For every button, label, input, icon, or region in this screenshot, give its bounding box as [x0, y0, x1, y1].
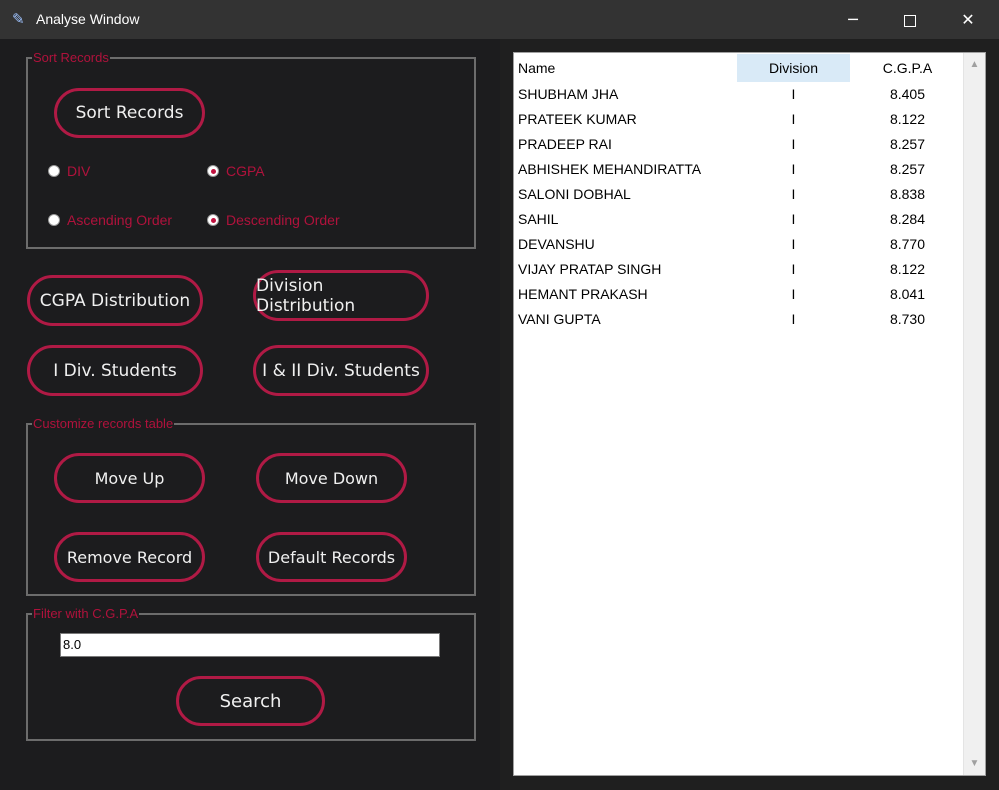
default-records-button[interactable]: Default Records [256, 532, 407, 582]
cell-name: DEVANSHU [518, 236, 595, 252]
radio-cgpa-label: CGPA [226, 163, 265, 179]
cell-cgpa: 8.122 [889, 261, 926, 277]
window-title: Analyse Window [36, 11, 140, 27]
cell-division: I [791, 111, 796, 127]
table-row[interactable]: PRADEEP RAI I 8.257 [514, 132, 964, 157]
first-second-div-students-button[interactable]: I & II Div. Students [253, 345, 429, 396]
scroll-down-icon[interactable]: ▼ [964, 755, 985, 772]
cell-division: I [791, 261, 796, 277]
cell-cgpa: 8.770 [889, 236, 926, 252]
radio-div-label: DIV [67, 163, 91, 179]
table-row[interactable]: SALONI DOBHAL I 8.838 [514, 182, 964, 207]
table-row[interactable]: DEVANSHU I 8.770 [514, 232, 964, 257]
cell-cgpa: 8.284 [889, 211, 926, 227]
column-header-cgpa[interactable]: C.G.P.A [851, 54, 964, 82]
table-row[interactable]: HEMANT PRAKASH I 8.041 [514, 282, 964, 307]
vertical-scrollbar[interactable]: ▲ ▼ [963, 53, 985, 775]
cell-division: I [791, 236, 796, 252]
minimize-button[interactable]: ─ [824, 0, 882, 39]
cgpa-distribution-button[interactable]: CGPA Distribution [27, 275, 203, 326]
sort-records-button[interactable]: Sort Records [54, 88, 205, 138]
column-header-division[interactable]: Division [737, 54, 850, 82]
move-up-button[interactable]: Move Up [54, 453, 205, 503]
customize-table-legend: Customize records table [33, 416, 174, 431]
cell-division: I [791, 211, 796, 227]
table-row[interactable]: ABHISHEK MEHANDIRATTA I 8.257 [514, 157, 964, 182]
cell-division: I [791, 86, 796, 102]
cell-name: SAHIL [518, 211, 559, 227]
cell-name: ABHISHEK MEHANDIRATTA [518, 161, 702, 177]
table-row[interactable]: VIJAY PRATAP SINGH I 8.122 [514, 257, 964, 282]
radio-ascending-label: Ascending Order [67, 212, 173, 228]
scroll-up-icon[interactable]: ▲ [964, 56, 985, 73]
cell-name: VIJAY PRATAP SINGH [518, 261, 662, 277]
cell-division: I [791, 186, 796, 202]
cgpa-filter-input[interactable]: 8.0 [60, 633, 440, 657]
cell-division: I [791, 286, 796, 302]
cell-name: SHUBHAM JHA [518, 86, 619, 102]
cell-cgpa: 8.257 [889, 161, 926, 177]
cell-cgpa: 8.730 [889, 311, 926, 327]
feather-icon: ✎ [12, 10, 25, 28]
first-div-students-button[interactable]: I Div. Students [27, 345, 203, 396]
title-bar: ✎ Analyse Window ─ ✕ [0, 0, 999, 39]
table-row[interactable]: PRATEEK KUMAR I 8.122 [514, 107, 964, 132]
radio-ascending[interactable]: Ascending Order [48, 212, 172, 228]
division-distribution-button[interactable]: Division Distribution [253, 270, 429, 321]
radio-cgpa[interactable]: CGPA [207, 163, 265, 179]
table-row[interactable]: SHUBHAM JHA I 8.405 [514, 82, 964, 107]
column-header-name[interactable]: Name [518, 54, 555, 82]
cell-name: HEMANT PRAKASH [518, 286, 648, 302]
records-panel: Name Division C.G.P.A SHUBHAM JHA I 8.40… [500, 39, 999, 790]
radio-descending-label: Descending Order [226, 212, 340, 228]
cell-cgpa: 8.122 [889, 111, 926, 127]
cell-cgpa: 8.041 [889, 286, 926, 302]
minimize-icon: ─ [848, 10, 858, 29]
table-row[interactable]: SAHIL I 8.284 [514, 207, 964, 232]
cell-cgpa: 8.257 [889, 136, 926, 152]
cell-name: VANI GUPTA [518, 311, 601, 327]
cell-name: PRATEEK KUMAR [518, 111, 637, 127]
cell-cgpa: 8.838 [889, 186, 926, 202]
move-down-button[interactable]: Move Down [256, 453, 407, 503]
records-table[interactable]: Name Division C.G.P.A SHUBHAM JHA I 8.40… [513, 52, 986, 776]
close-icon: ✕ [961, 10, 975, 29]
maximize-button[interactable] [881, 0, 939, 39]
radio-div[interactable]: DIV [48, 163, 90, 179]
maximize-icon [904, 14, 916, 27]
cell-division: I [791, 311, 796, 327]
cell-division: I [791, 136, 796, 152]
cell-division: I [791, 161, 796, 177]
radio-indicator [48, 214, 60, 226]
table-row[interactable]: VANI GUPTA I 8.730 [514, 307, 964, 332]
filter-cgpa-legend: Filter with C.G.P.A [33, 606, 139, 621]
radio-indicator-checked [207, 214, 219, 226]
search-button[interactable]: Search [176, 676, 325, 726]
cell-name: SALONI DOBHAL [518, 186, 631, 202]
sort-records-legend: Sort Records [33, 50, 109, 65]
cell-name: PRADEEP RAI [518, 136, 612, 152]
control-panel: Sort Records Sort Records DIV CGPA Ascen… [0, 39, 500, 790]
radio-descending[interactable]: Descending Order [207, 212, 340, 228]
close-button[interactable]: ✕ [939, 0, 997, 39]
radio-indicator-checked [207, 165, 219, 177]
table-header: Name Division C.G.P.A [514, 53, 964, 82]
cell-cgpa: 8.405 [889, 86, 926, 102]
radio-indicator [48, 165, 60, 177]
remove-record-button[interactable]: Remove Record [54, 532, 205, 582]
